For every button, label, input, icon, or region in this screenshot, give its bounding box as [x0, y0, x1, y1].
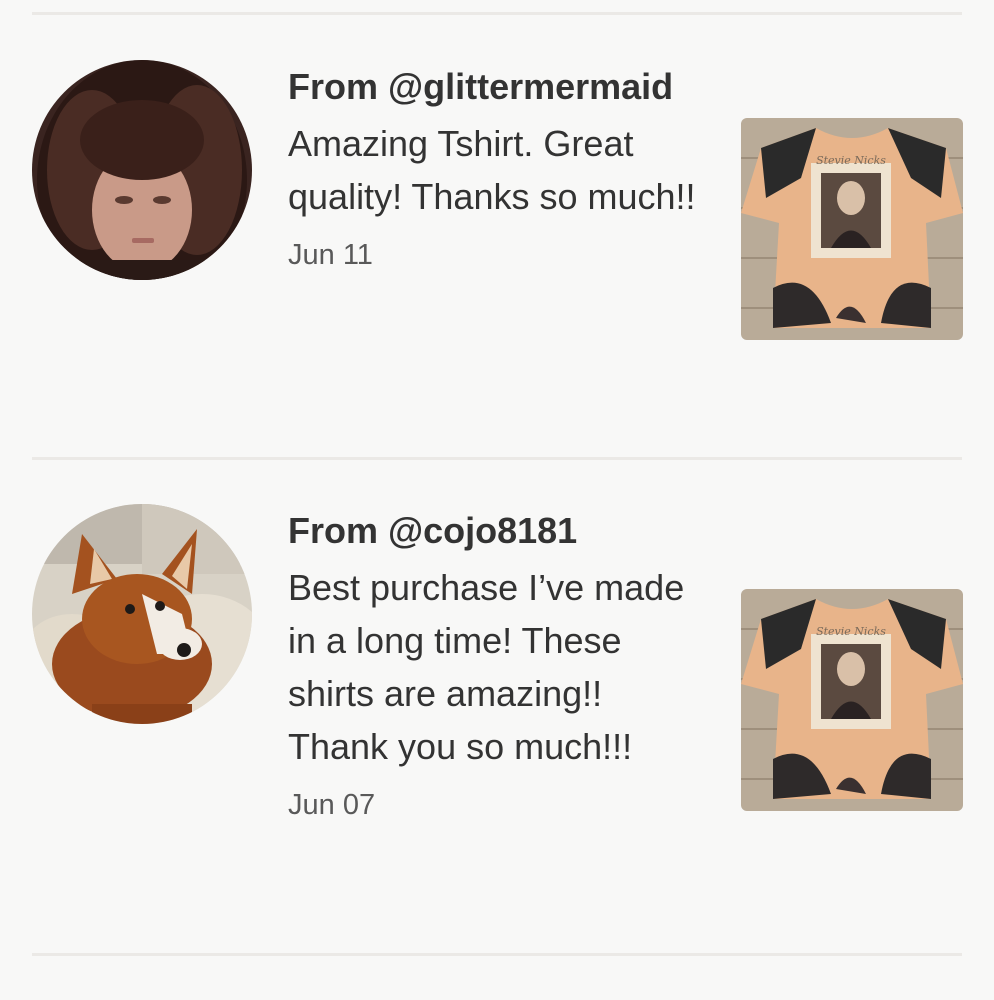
reviewer-avatar[interactable]	[32, 60, 252, 280]
review-date: Jun 11	[288, 239, 373, 271]
svg-text:Stevie Nicks: Stevie Nicks	[816, 625, 886, 638]
review-text: Best purchase I’ve made in a long time! …	[288, 567, 685, 767]
review-text: Amazing Tshirt. Great quality! Thanks so…	[288, 123, 696, 217]
corgi-dog-icon	[32, 504, 252, 724]
product-thumbnail[interactable]: Stevie Nicks	[741, 589, 963, 811]
product-thumbnail[interactable]: Stevie Nicks	[741, 118, 963, 340]
bottom-divider	[32, 953, 962, 956]
tshirt-icon: Stevie Nicks	[741, 589, 963, 811]
svg-text:Stevie Nicks: Stevie Nicks	[816, 154, 886, 167]
review-content: From @cojo8181 Best purchase I’ve made i…	[288, 504, 708, 825]
tshirt-icon: Stevie Nicks	[741, 118, 963, 340]
reviewer-avatar[interactable]	[32, 504, 252, 724]
review-author[interactable]: From @cojo8181	[288, 504, 708, 557]
woman-portrait-icon	[32, 60, 252, 280]
review-content: From @glittermermaid Amazing Tshirt. Gre…	[288, 60, 708, 275]
review-date: Jun 07	[288, 789, 376, 821]
review-divider	[32, 457, 962, 460]
top-divider	[32, 12, 962, 15]
review-author[interactable]: From @glittermermaid	[288, 60, 708, 113]
